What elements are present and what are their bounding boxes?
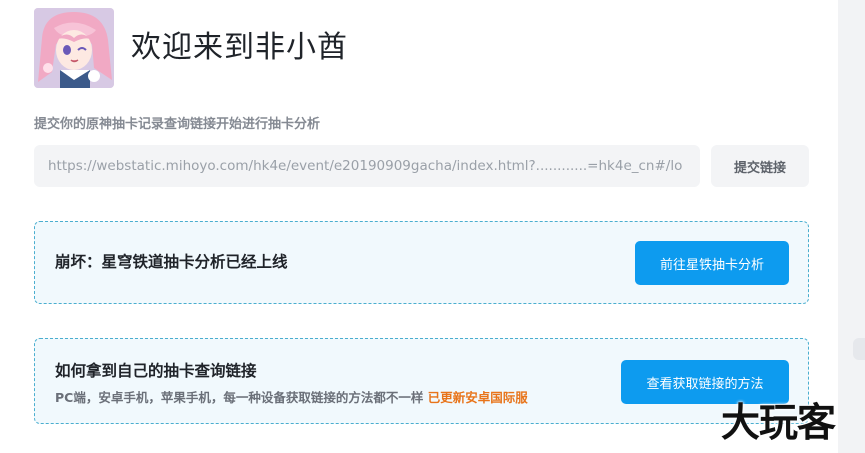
- howto-desc-text: PC端，安卓手机，苹果手机，每一种设备获取链接的方法都不一样: [55, 390, 424, 405]
- gacha-url-input[interactable]: [34, 145, 700, 187]
- anime-girl-avatar-icon: [34, 8, 114, 88]
- go-starrail-analysis-button[interactable]: 前往星铁抽卡分析: [635, 241, 789, 285]
- starrail-notice-card: 崩坏：星穹铁道抽卡分析已经上线 前往星铁抽卡分析: [34, 221, 809, 304]
- page-title: 欢迎来到非小酋: [131, 30, 348, 65]
- watermark-logo: 大玩客: [721, 401, 836, 446]
- submit-link-button[interactable]: 提交链接: [711, 145, 809, 187]
- avatar: [34, 8, 114, 88]
- starrail-notice-title: 崩坏：星穹铁道抽卡分析已经上线: [55, 253, 288, 271]
- submit-prompt-label: 提交你的原神抽卡记录查询链接开始进行抽卡分析: [34, 117, 321, 132]
- howto-notice-description: PC端，安卓手机，苹果手机，每一种设备获取链接的方法都不一样 已更新安卓国际服: [55, 387, 528, 406]
- side-toggle-tab[interactable]: [853, 338, 865, 360]
- howto-notice-card: 如何拿到自己的抽卡查询链接 PC端，安卓手机，苹果手机，每一种设备获取链接的方法…: [34, 338, 809, 424]
- android-intl-update-link[interactable]: 已更新安卓国际服: [428, 390, 528, 405]
- howto-notice-title: 如何拿到自己的抽卡查询链接: [55, 362, 257, 380]
- page-background-strip: [838, 0, 865, 453]
